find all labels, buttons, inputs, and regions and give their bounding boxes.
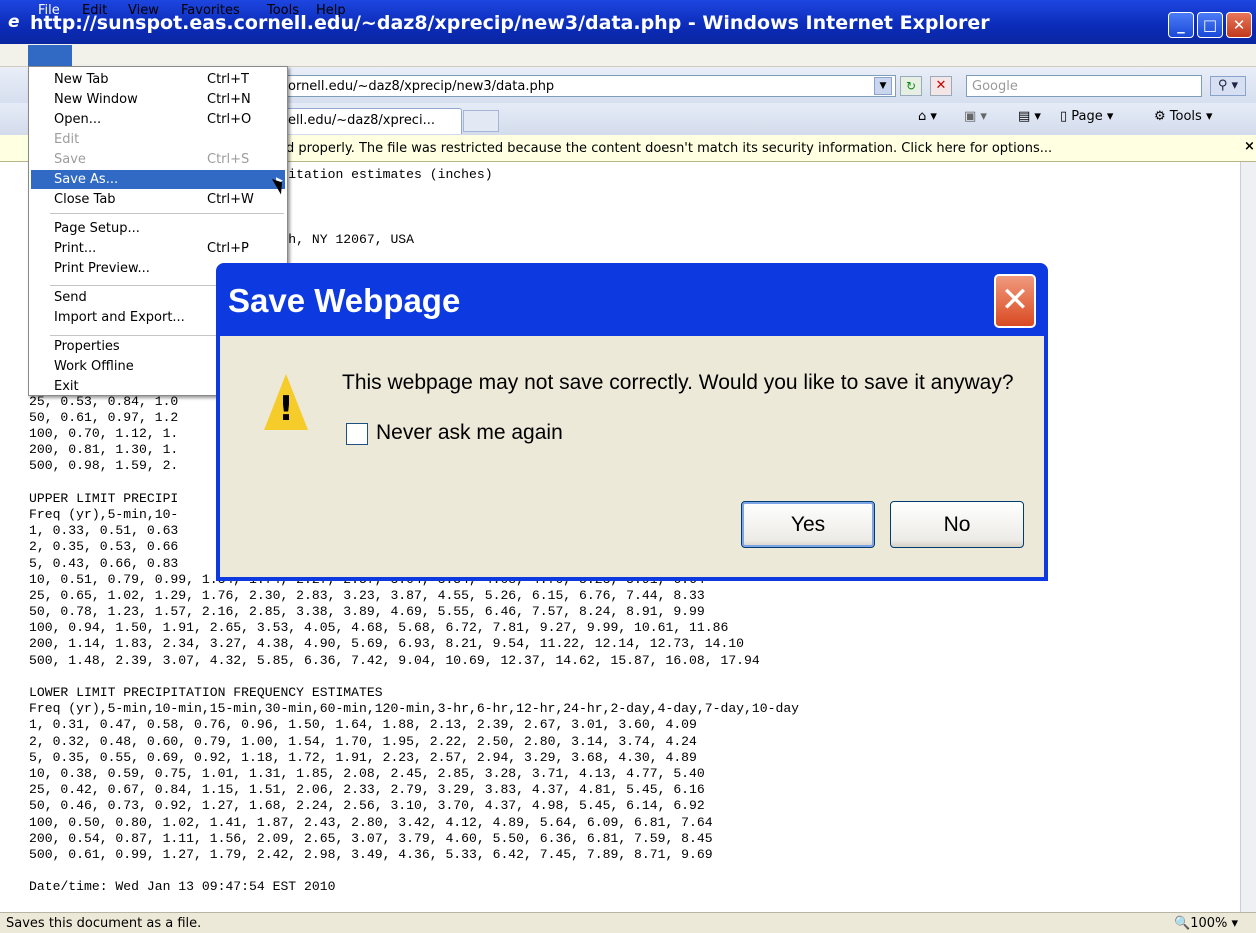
address-dropdown-icon[interactable]: ▼ [874,77,892,95]
content-line [29,863,799,879]
menu-favorites[interactable]: Favorites [181,3,240,18]
content-line: LOWER LIMIT PRECIPITATION FREQUENCY ESTI… [29,685,383,700]
dialog-title: Save Webpage [228,282,461,319]
dialog-close-button[interactable]: ✕ [994,274,1036,328]
menu-shortcut: Ctrl+W [207,192,254,207]
ie-logo-icon: e [8,12,20,32]
menu-edit[interactable]: Edit [82,3,107,18]
tools-menu-button[interactable]: ⚙ Tools ▾ [1154,109,1213,124]
content-line: 25, 0.42, 0.67, 0.84, 1.15, 1.51, 2.06, … [29,782,705,798]
vertical-scrollbar[interactable] [1240,162,1256,912]
maximize-button[interactable]: □ [1197,12,1223,38]
search-placeholder: Google [972,79,1018,94]
content-line: 2, 0.32, 0.48, 0.60, 0.79, 1.00, 1.54, 1… [29,733,697,749]
refresh-icon[interactable]: ↻ [900,76,922,96]
information-bar-close-icon[interactable]: × [1244,139,1255,154]
content-line: 25, 0.65, 1.02, 1.29, 1.76, 2.30, 2.83, … [29,587,705,603]
content-line: 100, 0.94, 1.50, 1.91, 2.65, 3.53, 4.05,… [29,620,729,636]
yes-button[interactable]: Yes [741,501,875,548]
zoom-value: 100% [1190,916,1228,931]
content-line: 100, 0.50, 0.80, 1.02, 1.41, 1.87, 2.43,… [29,814,713,830]
window-title: http://sunspot.eas.cornell.edu/~daz8/xpr… [30,12,990,34]
menu-shortcut: Ctrl+T [207,72,249,87]
menu-shortcut: Ctrl+P [207,241,249,256]
content-line: 500, 0.61, 0.99, 1.27, 1.79, 2.42, 2.98,… [29,846,713,862]
content-line: 50, 0.78, 1.23, 1.57, 2.16, 2.85, 3.38, … [29,604,705,620]
minimize-button[interactable]: _ [1168,12,1194,38]
menu-help[interactable]: Help [316,3,346,18]
file-menu-item-page-setup[interactable]: Page Setup... [54,221,140,236]
tab-label: ell.edu/~daz8/xpreci... [288,113,435,128]
close-window-button[interactable]: ✕ [1226,12,1252,38]
no-button[interactable]: No [890,501,1024,548]
file-menu-item-import-and-export[interactable]: Import and Export... [54,310,185,325]
file-menu-item-save[interactable]: Save [54,152,86,167]
content-line: Date/time: Wed Jan 13 09:47:54 EST 2010 [29,879,336,895]
menu-separator [50,213,284,214]
content-line: Freq (yr),5-min,10-min,15-min,30-min,60-… [29,701,800,717]
menu-view[interactable]: View [128,3,159,18]
file-menu-item-work-offline[interactable]: Work Offline [54,359,134,374]
dialog-message: This webpage may not save correctly. Wou… [342,371,1014,394]
menu-tools[interactable]: Tools [267,3,299,18]
file-menu-item-properties[interactable]: Properties [54,339,120,354]
file-menu-item-new-window[interactable]: New Window [54,92,138,107]
address-value: ornell.edu/~daz8/xprecip/new3/data.php [288,79,555,94]
search-icon[interactable]: ⚲ ▾ [1210,76,1246,96]
never-ask-checkbox[interactable] [346,423,368,445]
menu-bar [0,44,1256,67]
file-menu-item-close-tab[interactable]: Close Tab [54,192,116,207]
content-line: 200, 0.54, 0.87, 1.11, 1.56, 2.09, 2.65,… [29,830,713,846]
zoom-level[interactable]: 🔍100% ▾ [1174,916,1238,931]
content-line: 10, 0.38, 0.59, 0.75, 1.01, 1.31, 1.85, … [29,765,705,781]
page-menu-button[interactable]: ▯ Page ▾ [1060,109,1113,124]
content-line: 500, 1.48, 2.39, 3.07, 4.32, 5.85, 6.36,… [29,652,760,668]
content-line: 1, 0.31, 0.47, 0.58, 0.76, 0.96, 1.50, 1… [29,717,697,733]
content-line [29,669,799,685]
file-menu-item-exit[interactable]: Exit [54,379,79,394]
warning-exclamation-icon: ! [278,389,294,429]
new-tab-button[interactable] [463,110,499,132]
print-icon[interactable]: ▤ ▾ [1018,109,1041,124]
status-text: Saves this document as a file. [6,916,202,931]
file-menu-item-save-as[interactable]: Save As... [54,172,118,187]
home-icon[interactable]: ⌂ ▾ [918,109,937,124]
file-menu-item-edit[interactable]: Edit [54,132,79,147]
information-bar-text[interactable]: d properly. The file was restricted beca… [286,141,1052,156]
feeds-icon[interactable]: ▣ ▾ [964,109,987,124]
content-line: 5, 0.35, 0.55, 0.69, 0.92, 1.18, 1.72, 1… [29,749,697,765]
page-menu-label: Page [1071,109,1103,124]
content-line: 200, 1.14, 1.83, 2.34, 3.27, 4.38, 4.90,… [29,636,745,652]
content-line: 50, 0.46, 0.73, 0.92, 1.27, 1.68, 2.24, … [29,798,705,814]
menu-shortcut: Ctrl+S [207,152,250,167]
menu-shortcut: Ctrl+O [207,112,252,127]
menu-file-highlight [28,45,72,67]
file-menu-item-new-tab[interactable]: New Tab [54,72,109,87]
never-ask-label[interactable]: Never ask me again [376,421,563,445]
file-menu-item-open[interactable]: Open... [54,112,101,127]
tools-menu-label: Tools [1169,109,1202,124]
menu-file[interactable]: File [38,3,60,18]
menu-shortcut: Ctrl+N [207,92,251,107]
file-menu-item-send[interactable]: Send [54,290,87,305]
stop-icon[interactable]: ✕ [930,76,952,96]
file-menu-item-print[interactable]: Print... [54,241,96,256]
file-menu-item-print-preview[interactable]: Print Preview... [54,261,150,276]
